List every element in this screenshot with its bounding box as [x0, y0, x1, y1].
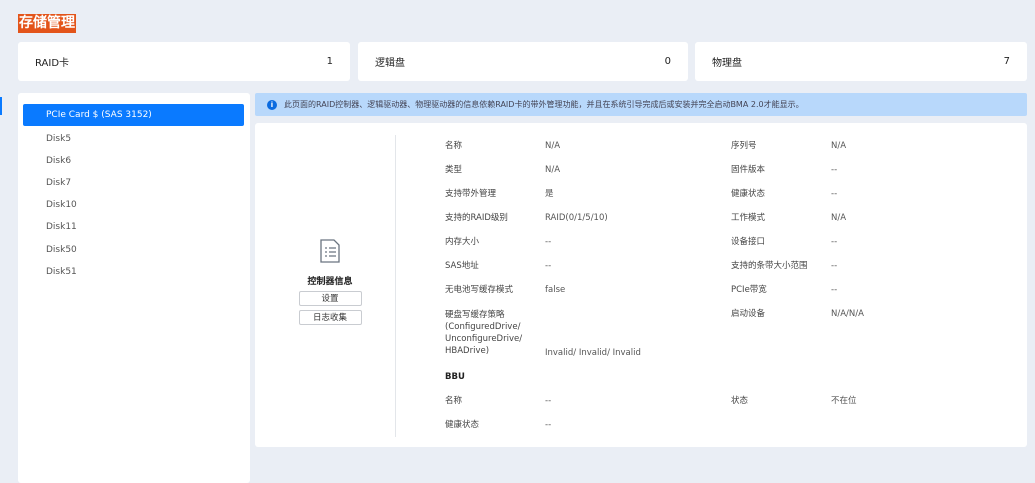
- right-field-value: --: [831, 237, 838, 247]
- left-field-value: 是: [545, 189, 554, 199]
- right-field-value: --: [831, 189, 838, 199]
- controller-info-icon: [320, 239, 340, 263]
- summary-value: 0: [664, 56, 671, 67]
- notice-bar: i 此页面的RAID控制器、逻辑驱动器、物理驱动器的信息依赖RAID卡的带外管理功…: [255, 93, 1027, 116]
- page-title: 存储管理: [18, 14, 76, 33]
- left-field-value: --: [545, 261, 552, 271]
- bbu-name-value: --: [545, 396, 552, 406]
- side-nav-indicator: [0, 97, 2, 115]
- tree-item-disk[interactable]: Disk7: [23, 172, 244, 194]
- bbu-health-label: 健康状态: [445, 420, 480, 430]
- cache-policy-value: Invalid/ Invalid/ Invalid: [545, 348, 641, 358]
- tree-item-disk[interactable]: Disk11: [23, 216, 244, 238]
- device-tree: PCIe Card $ (SAS 3152) Disk5 Disk6 Disk7…: [18, 93, 250, 483]
- left-field-value: N/A: [545, 141, 561, 151]
- right-field-label: 支持的条带大小范围: [731, 261, 808, 271]
- tree-item-disk[interactable]: Disk51: [23, 261, 244, 283]
- right-field-label: 工作模式: [731, 213, 766, 223]
- bbu-health-value: --: [545, 420, 552, 430]
- log-collect-button[interactable]: 日志收集: [298, 310, 362, 325]
- summary-value: 7: [1003, 56, 1010, 67]
- left-field-value: RAID(0/1/5/10): [545, 213, 608, 223]
- controller-info-label: 控制器信息: [307, 277, 353, 287]
- summary-physical-disk[interactable]: 物理盘 7: [695, 42, 1027, 81]
- info-icon: i: [267, 99, 277, 110]
- bbu-name-label: 名称: [445, 396, 463, 406]
- left-field-label: SAS地址: [445, 261, 479, 271]
- divider: [395, 135, 396, 437]
- right-field-label: 固件版本: [731, 165, 766, 175]
- left-field-label: 类型: [445, 165, 463, 175]
- right-field-value: --: [831, 165, 838, 175]
- bbu-state-value: 不在位: [831, 396, 857, 406]
- left-field-value: N/A: [545, 165, 561, 175]
- right-field-label: 设备接口: [731, 237, 766, 247]
- summary-value: 1: [326, 56, 333, 67]
- left-field-label: 无电池写缓存模式: [445, 285, 514, 295]
- controller-detail-panel: 控制器信息 设置 日志收集 名称 N/A 类型 N/A 支持带外管理 是支持的RAID级别…: [255, 123, 1027, 447]
- summary-logical-disk[interactable]: 逻辑盘 0: [358, 42, 688, 81]
- right-field-label: 启动设备: [731, 309, 766, 319]
- summary-label: RAID卡: [35, 58, 70, 69]
- right-field-value: N/A: [831, 213, 847, 223]
- right-field-value: --: [831, 285, 838, 295]
- summary-raid-card[interactable]: RAID卡 1: [18, 42, 350, 81]
- summary-label: 逻辑盘: [375, 58, 405, 69]
- right-field-value: N/A: [831, 141, 847, 151]
- right-field-label: 健康状态: [731, 189, 766, 199]
- left-field-label: 支持带外管理: [445, 189, 497, 199]
- notice-text: 此页面的RAID控制器、逻辑驱动器、物理驱动器的信息依赖RAID卡的带外管理功能…: [284, 100, 804, 109]
- right-field-value: --: [831, 261, 838, 271]
- tree-item-disk[interactable]: Disk6: [23, 150, 244, 172]
- left-field-value: --: [545, 237, 552, 247]
- tree-item-disk[interactable]: Disk10: [23, 194, 244, 216]
- left-field-label: 支持的RAID级别: [445, 213, 508, 223]
- settings-button[interactable]: 设置: [298, 291, 362, 306]
- right-field-value: N/A/N/A: [831, 309, 864, 319]
- left-field-label: 内存大小: [445, 237, 480, 247]
- right-field-label: 序列号: [731, 141, 757, 151]
- tree-item-disk[interactable]: Disk50: [23, 239, 244, 261]
- bbu-heading: BBU: [445, 372, 465, 382]
- tree-item-raid-card[interactable]: PCIe Card $ (SAS 3152): [23, 104, 244, 126]
- bbu-state-label: 状态: [731, 396, 749, 406]
- left-field-value: false: [545, 285, 566, 295]
- right-field-label: PCIe带宽: [731, 285, 767, 295]
- summary-label: 物理盘: [712, 58, 742, 69]
- cache-policy-label: 硬盘写缓存策略 (ConfiguredDrive/UnconfigureDrive…: [445, 310, 523, 356]
- left-field-label: 名称: [445, 141, 463, 151]
- tree-item-disk[interactable]: Disk5: [23, 128, 244, 150]
